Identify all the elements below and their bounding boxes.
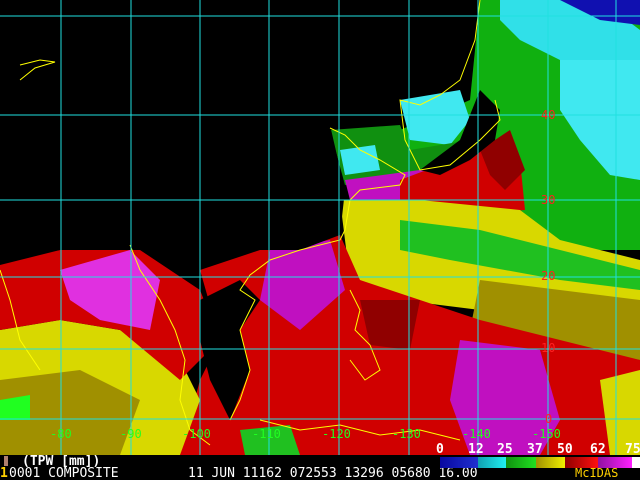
colorbar-segment — [598, 457, 632, 468]
lat-label: 10 — [541, 341, 556, 355]
frame-marker-icon — [4, 456, 8, 466]
colorbar-segment — [565, 457, 598, 468]
lat-label: 0 — [545, 412, 553, 426]
tpw-field — [0, 0, 640, 455]
lon-label: -140 — [462, 427, 491, 441]
lon-label: -150 — [532, 427, 561, 441]
lat-label: 20 — [541, 269, 556, 283]
product-name: 0001 COMPOSITE — [9, 466, 119, 480]
colorbar-segment — [506, 457, 536, 468]
colorbar-tick: 25 — [497, 442, 513, 457]
colorbar-segment — [440, 457, 478, 468]
colorbar-tick: 75 — [625, 442, 640, 457]
colorbar-segment — [632, 457, 640, 468]
colorbar-tick: 37 — [527, 442, 543, 457]
lon-label: -130 — [392, 427, 421, 441]
colorbar-segment — [536, 457, 565, 468]
satellite-display: 40 30 20 10 0 -80 -90 -100 -110 -120 -13… — [0, 0, 640, 480]
lon-label: -110 — [252, 427, 281, 441]
colorbar-tick: 12 — [468, 442, 484, 457]
colorbar-segment — [478, 457, 506, 468]
lon-label: -80 — [50, 427, 72, 441]
lat-label: 30 — [541, 193, 556, 207]
lon-label: -120 — [322, 427, 351, 441]
colorbar-tick: 50 — [557, 442, 573, 457]
colorbar-tick: 0 — [436, 442, 444, 457]
lon-label: -90 — [120, 427, 142, 441]
lon-label: -100 — [182, 427, 211, 441]
mcidas-logo: McIDAS — [575, 466, 619, 480]
lat-label: 40 — [541, 108, 556, 122]
tpw-map — [0, 0, 640, 455]
frame-number: 1 — [0, 466, 8, 480]
datetime-readout: 11 JUN 11162 072553 13296 05680 16.00 — [188, 466, 478, 480]
colorbar-tick: 62 — [590, 442, 606, 457]
